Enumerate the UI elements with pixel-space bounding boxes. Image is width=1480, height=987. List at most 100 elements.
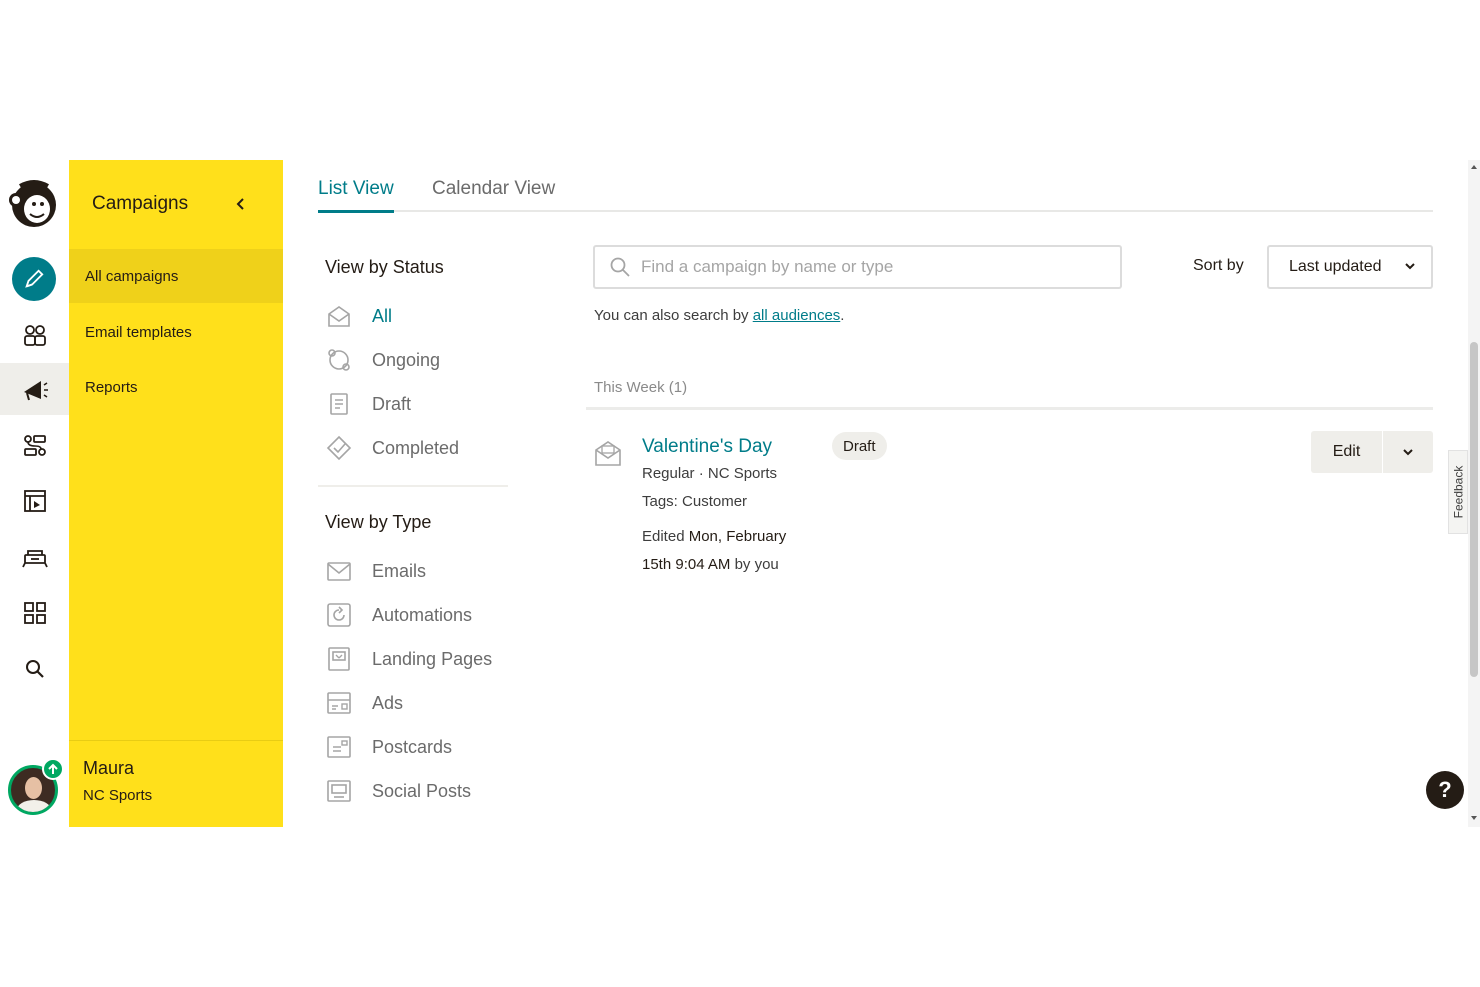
chevron-left-icon	[236, 198, 244, 210]
status-badge: Draft	[832, 432, 887, 460]
scrollbar-thumb[interactable]	[1470, 342, 1478, 677]
campaign-edited-line2: 15th 9:04 AM by you	[642, 556, 779, 573]
filter-type-emails[interactable]: Emails	[325, 555, 426, 587]
filter-status-ongoing[interactable]: Ongoing	[325, 344, 440, 376]
status-filter-heading: View by Status	[325, 257, 444, 277]
user-name[interactable]: Maura	[83, 758, 134, 779]
filter-label: Ads	[372, 692, 404, 713]
rail-automations[interactable]	[0, 420, 69, 472]
ongoing-icon	[328, 349, 350, 371]
search-input[interactable]	[641, 257, 1081, 277]
create-button[interactable]	[12, 257, 56, 301]
campaigns-sidebar: Campaigns All campaigns Email templates …	[69, 160, 283, 827]
user-org[interactable]: NC Sports	[83, 787, 152, 804]
rail-integrations[interactable]	[0, 587, 69, 639]
icon-rail	[0, 160, 69, 827]
hint-suffix: .	[840, 307, 845, 324]
edited-suffix: by you	[730, 556, 779, 573]
rail-content[interactable]	[0, 531, 69, 583]
pencil-icon	[25, 269, 44, 288]
sort-select[interactable]: Last updated	[1267, 245, 1433, 289]
campaign-type: Regular · NC Sports	[642, 465, 778, 482]
help-button[interactable]: ?	[1426, 771, 1464, 809]
filter-type-postcards[interactable]: Postcards	[325, 731, 452, 763]
all-campaigns-icon	[328, 306, 350, 327]
sidebar-item-email-templates[interactable]: Email templates	[69, 305, 283, 359]
chevron-down-icon	[1403, 449, 1413, 456]
upgrade-badge[interactable]	[42, 758, 64, 780]
filter-type-automations[interactable]: Automations	[325, 599, 472, 631]
edit-dropdown-button[interactable]	[1383, 431, 1433, 473]
tab-list-view[interactable]: List View	[318, 178, 394, 213]
filter-label: Postcards	[372, 736, 453, 757]
scroll-down-arrow-icon[interactable]	[1470, 814, 1478, 822]
sidebar-item-reports[interactable]: Reports	[69, 360, 283, 414]
sidebar-divider	[69, 740, 283, 741]
sidebar-item-all-campaigns[interactable]: All campaigns	[69, 249, 283, 303]
filter-divider	[318, 485, 508, 487]
email-campaign-icon	[595, 441, 621, 466]
megaphone-icon	[23, 381, 48, 401]
chevron-down-icon	[1405, 263, 1415, 270]
sort-label: Sort by	[1193, 257, 1244, 274]
rail-search[interactable]	[0, 643, 69, 695]
filter-label: Landing Pages	[372, 648, 493, 669]
filter-status-all[interactable]: All	[325, 300, 392, 332]
filter-status-completed[interactable]: Completed	[325, 432, 459, 464]
tab-calendar-view[interactable]: Calendar View	[432, 178, 555, 210]
edit-split-button: Edit	[1311, 431, 1433, 473]
sidebar-title: Campaigns	[92, 193, 189, 214]
type-filter-heading: View by Type	[325, 512, 432, 532]
main-content: List View Calendar View View by Status A…	[283, 160, 1468, 827]
ads-icon	[327, 692, 351, 714]
rail-website[interactable]	[0, 475, 69, 527]
rail-audience[interactable]	[0, 309, 69, 361]
search-icon	[25, 660, 44, 678]
freddie-logo-icon[interactable]	[6, 176, 62, 232]
edited-date: Mon, February	[688, 528, 787, 545]
draft-icon	[330, 393, 348, 415]
feedback-label: Feedback	[1451, 465, 1466, 519]
avatar-face	[25, 777, 42, 799]
filter-type-social-posts[interactable]: Social Posts	[325, 775, 471, 807]
filter-label: Ongoing	[372, 349, 441, 370]
scroll-up-arrow-icon[interactable]	[1470, 163, 1478, 171]
social-post-icon	[327, 780, 351, 802]
filter-label: Emails	[372, 560, 427, 581]
edited-time: 15th 9:04 AM	[642, 556, 731, 573]
filter-label: Completed	[372, 437, 460, 458]
filter-type-landing-pages[interactable]: Landing Pages	[325, 643, 492, 675]
automation-flow-icon	[23, 435, 46, 456]
search-icon	[610, 257, 630, 277]
filter-label: Social Posts	[372, 780, 472, 801]
filter-label: Draft	[372, 393, 412, 414]
rail-campaigns[interactable]	[0, 363, 69, 415]
avatar-body	[17, 800, 51, 812]
scrollbar[interactable]	[1468, 160, 1480, 827]
content-studio-icon	[21, 550, 48, 568]
edited-prefix: Edited	[642, 528, 689, 545]
grid-icon	[23, 602, 46, 624]
feedback-tab[interactable]: Feedback	[1448, 450, 1468, 534]
all-audiences-link[interactable]: all audiences	[753, 307, 841, 324]
email-icon	[327, 562, 351, 581]
view-tabs: List View Calendar View	[318, 160, 1433, 213]
campaign-title-link[interactable]: Valentine's Day	[642, 436, 772, 458]
automation-icon	[327, 603, 351, 627]
app-window: Campaigns All campaigns Email templates …	[0, 160, 1480, 827]
campaign-search[interactable]	[593, 245, 1122, 289]
filter-type-ads[interactable]: Ads	[325, 687, 403, 719]
audience-icon	[23, 325, 46, 346]
campaign-edited-line1: Edited Mon, February	[642, 528, 786, 545]
filter-status-draft[interactable]: Draft	[325, 388, 411, 420]
completed-icon	[326, 435, 352, 461]
search-hint: You can also search by all audiences.	[594, 307, 844, 324]
arrow-up-icon	[48, 763, 58, 774]
edit-button[interactable]: Edit	[1311, 431, 1383, 473]
hint-prefix: You can also search by	[594, 307, 753, 324]
sort-value: Last updated	[1289, 258, 1382, 275]
postcard-icon	[327, 736, 351, 758]
collapse-sidebar-button[interactable]	[229, 192, 253, 216]
filter-label: All	[372, 305, 393, 326]
filter-label: Automations	[372, 604, 473, 625]
